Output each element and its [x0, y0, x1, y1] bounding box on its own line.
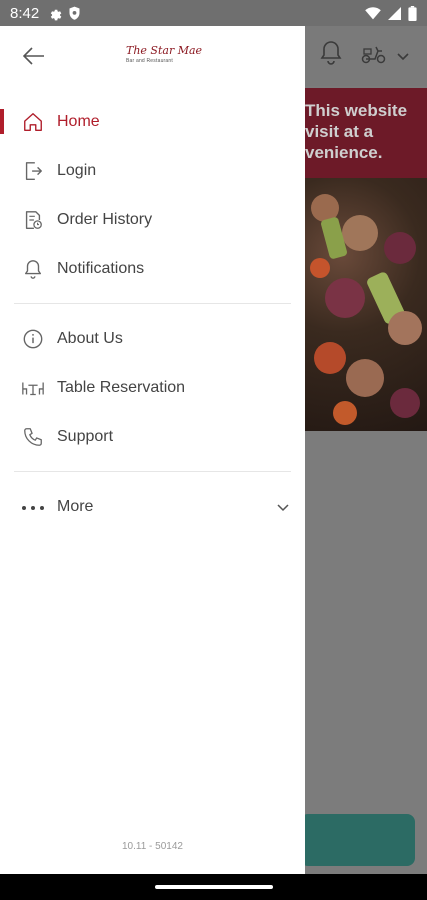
menu-label: Notifications: [57, 259, 145, 277]
shield-icon: [68, 6, 81, 21]
wifi-icon: [365, 6, 381, 20]
divider: [14, 303, 291, 304]
banner-line: visit at a: [305, 122, 374, 141]
home-icon: [21, 110, 45, 134]
home-gesture-handle[interactable]: [155, 885, 273, 889]
food-image: [305, 178, 427, 431]
dots-icon: [21, 498, 45, 516]
signal-icon: [388, 6, 401, 20]
menu-item-login[interactable]: Login: [0, 146, 305, 195]
bell-icon: [21, 257, 45, 281]
status-time: 8:42: [10, 4, 40, 22]
phone-icon: [21, 425, 45, 449]
divider: [14, 471, 291, 472]
brand-name: The Star Mae: [126, 44, 203, 57]
menu-item-more[interactable]: More: [0, 482, 305, 531]
menu-item-home[interactable]: Home: [0, 97, 305, 146]
menu-label: More: [57, 497, 94, 515]
info-icon: [21, 327, 45, 351]
active-indicator: [0, 109, 4, 134]
chevron-down-icon: [397, 48, 409, 66]
menu-item-about-us[interactable]: About Us: [0, 314, 305, 363]
menu-label: Home: [57, 112, 100, 130]
menu-item-support[interactable]: Support: [0, 412, 305, 461]
gear-icon: [47, 6, 62, 21]
arrow-left-icon: [22, 46, 45, 70]
login-icon: [21, 159, 45, 183]
menu-label: Order History: [57, 210, 153, 228]
primary-menu: Home Login Order History Notifications: [0, 88, 305, 293]
chevron-down-icon[interactable]: [277, 499, 289, 517]
background-cta[interactable]: [300, 814, 415, 866]
menu-item-notifications[interactable]: Notifications: [0, 244, 305, 293]
table-icon: [21, 376, 45, 400]
menu-label: About Us: [57, 329, 123, 347]
order-history-icon: [21, 208, 45, 232]
menu-item-order-history[interactable]: Order History: [0, 195, 305, 244]
banner-line: venience.: [305, 143, 383, 162]
drawer-header: The Star Mae Bar and Restaurant: [0, 26, 305, 88]
menu-label: Login: [57, 161, 97, 179]
navigation-drawer: The Star Mae Bar and Restaurant Home Log…: [0, 26, 305, 874]
bell-icon: [319, 40, 343, 71]
brand-logo: The Star Mae Bar and Restaurant: [126, 44, 203, 74]
brand-subtitle: Bar and Restaurant: [126, 58, 173, 64]
app-version: 10.11 - 50142: [122, 841, 183, 852]
promo-banner: This website visit at a venience.: [305, 88, 427, 178]
system-nav-bar: [0, 874, 427, 900]
battery-icon: [408, 5, 417, 21]
banner-line: This website: [305, 101, 408, 120]
back-button[interactable]: [20, 44, 48, 72]
menu-item-table-reservation[interactable]: Table Reservation: [0, 363, 305, 412]
status-bar: 8:42: [0, 0, 427, 26]
secondary-menu: About Us Table Reservation Support: [0, 314, 305, 461]
scooter-icon: [361, 44, 387, 69]
menu-label: Support: [57, 427, 114, 445]
menu-label: Table Reservation: [57, 378, 186, 396]
